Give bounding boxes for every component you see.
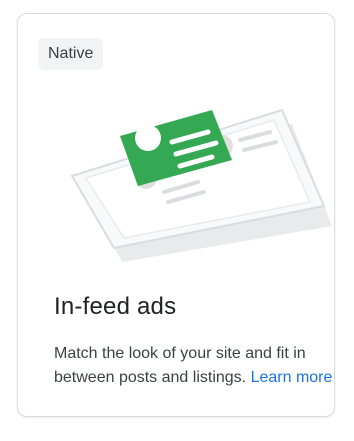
card-description: Match the look of your site and fit in b… <box>54 342 344 390</box>
ad-format-card[interactable]: Native In-feed ads Match the look of you… <box>17 13 335 417</box>
card-title: In-feed ads <box>54 293 177 320</box>
format-chip: Native <box>38 38 104 70</box>
learn-more-link[interactable]: Learn more <box>251 369 333 386</box>
phone-feed-illustration-icon <box>38 80 352 276</box>
